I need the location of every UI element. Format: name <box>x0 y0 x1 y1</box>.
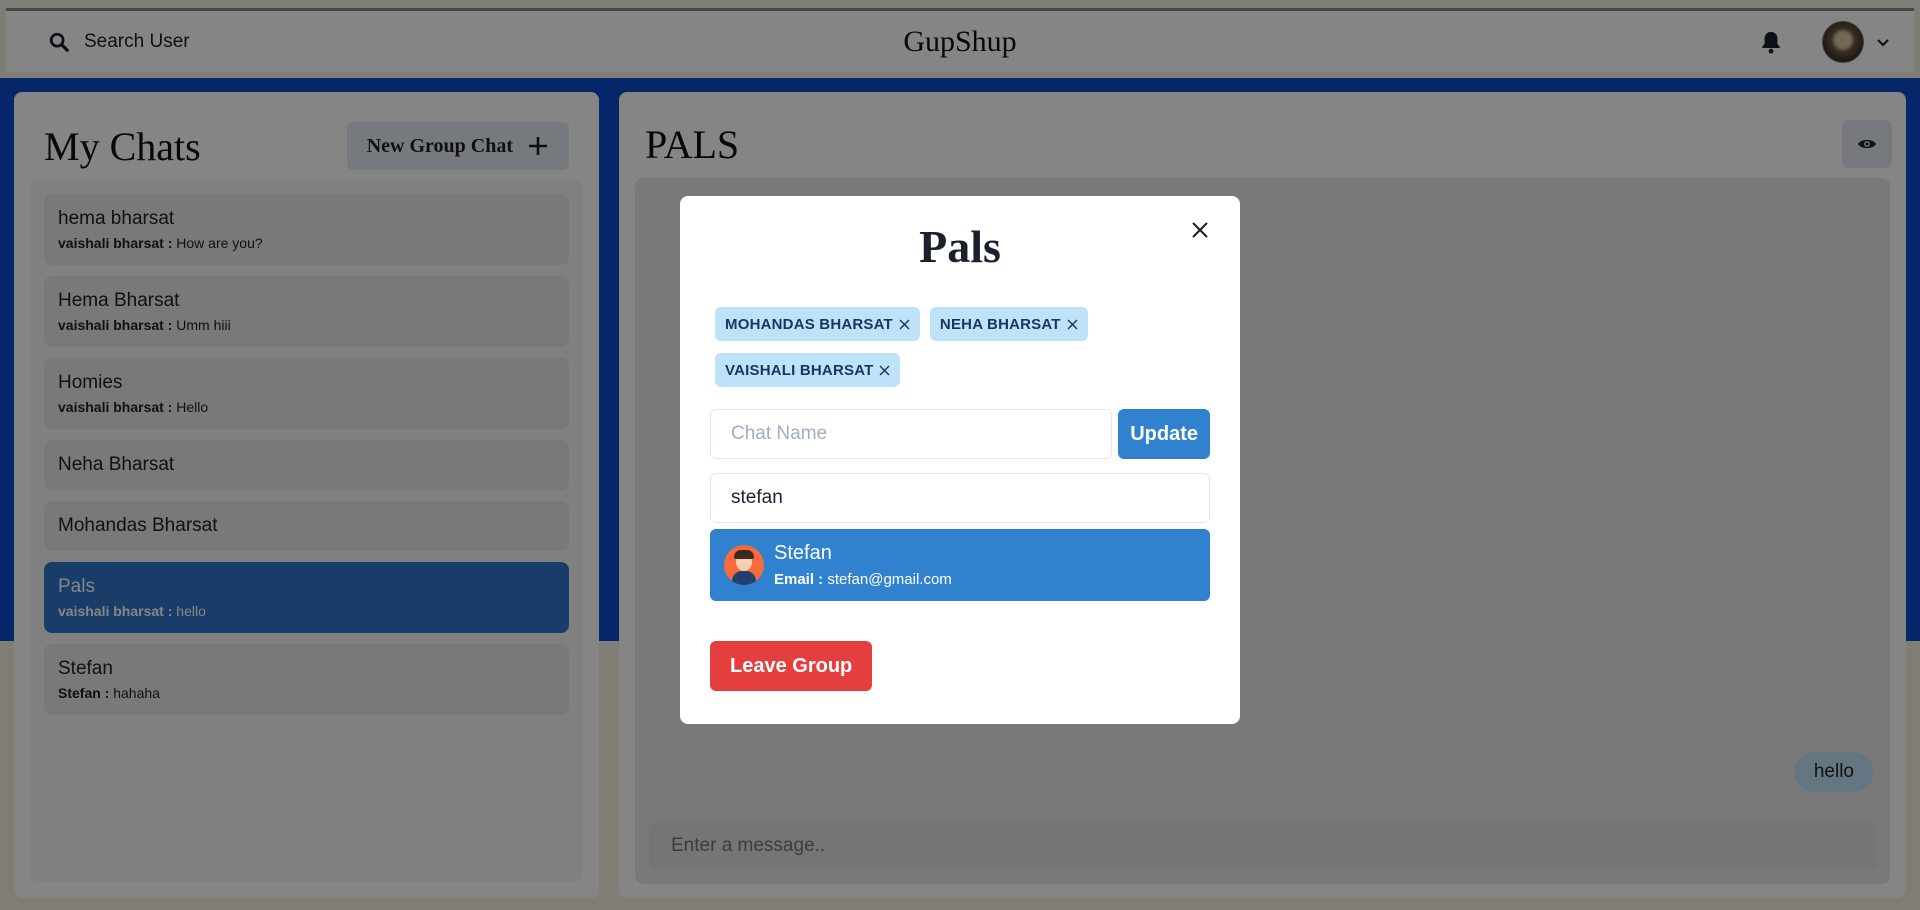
result-email-label: Email : <box>774 571 824 588</box>
member-name: MOHANDAS BHARSAT <box>725 315 893 333</box>
member-name: NEHA BHARSAT <box>939 315 1061 333</box>
user-search-result[interactable]: Stefan Email : stefan@gmail.com <box>710 529 1210 601</box>
result-email: stefan@gmail.com <box>827 571 952 588</box>
remove-member-icon[interactable] <box>1067 319 1078 330</box>
member-name: VAISHALI BHARSAT <box>725 361 874 379</box>
avatar <box>724 545 764 585</box>
update-button[interactable]: Update <box>1118 409 1210 459</box>
member-badge: NEHA BHARSAT <box>929 307 1088 341</box>
result-user-name: Stefan <box>774 542 832 564</box>
leave-group-button[interactable]: Leave Group <box>710 641 873 691</box>
add-user-search-input[interactable] <box>710 473 1210 523</box>
modal-title: Pals <box>919 221 1001 272</box>
member-badge: MOHANDAS BHARSAT <box>715 307 920 341</box>
group-settings-modal: Pals MOHANDAS BHARSAT NEHA BHARSAT VAISH… <box>680 196 1240 724</box>
member-badge: VAISHALI BHARSAT <box>715 353 901 387</box>
remove-member-icon[interactable] <box>899 319 910 330</box>
close-button[interactable] <box>1184 214 1216 246</box>
chat-name-field[interactable] <box>710 409 1113 459</box>
close-icon <box>1192 222 1208 238</box>
remove-member-icon[interactable] <box>879 365 890 376</box>
member-badges: MOHANDAS BHARSAT NEHA BHARSAT VAISHALI B… <box>710 307 1150 387</box>
